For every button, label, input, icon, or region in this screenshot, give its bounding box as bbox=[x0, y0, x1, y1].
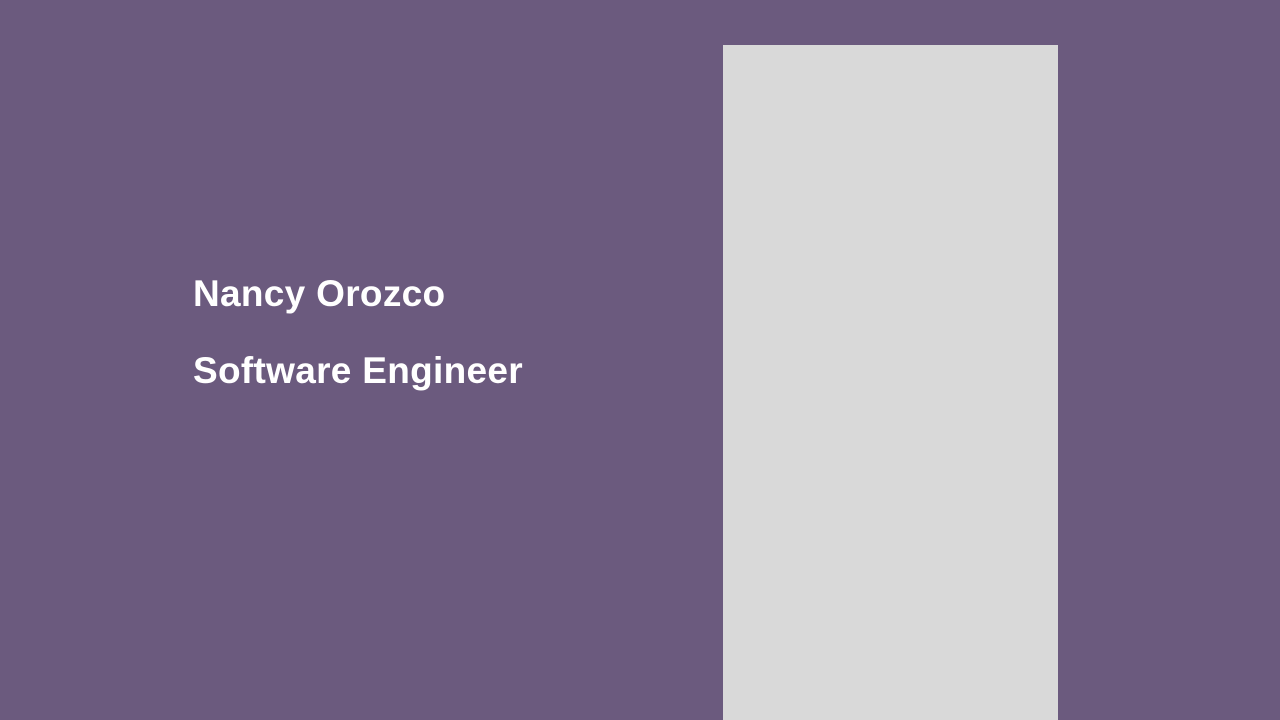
photo-placeholder bbox=[723, 45, 1058, 720]
person-name: Nancy Orozco bbox=[193, 273, 446, 314]
person-role: Software Engineer bbox=[193, 350, 523, 391]
title-slide: Nancy Orozco Software Engineer bbox=[0, 0, 1280, 720]
